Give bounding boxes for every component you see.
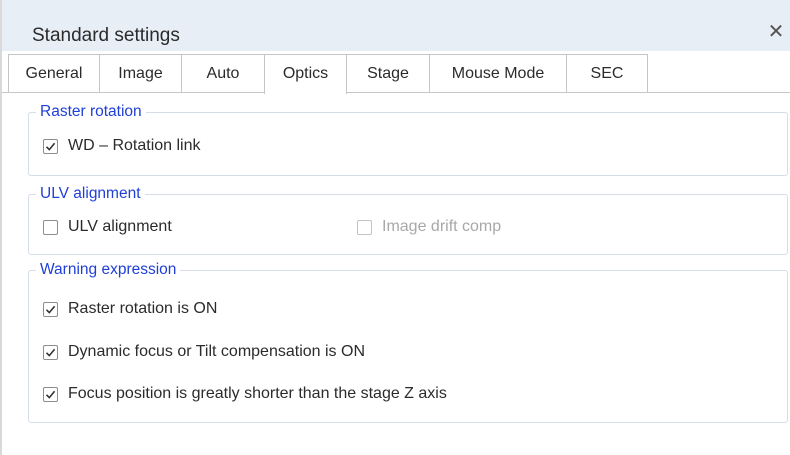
title-bar: Standard settings ✕ xyxy=(2,0,790,51)
tab-sec[interactable]: SEC xyxy=(566,54,648,92)
checkbox-label: Focus position is greatly shorter than t… xyxy=(68,385,447,402)
group-title-ulv-alignment: ULV alignment xyxy=(40,185,141,202)
tab-label: Mouse Mode xyxy=(451,65,545,82)
tab-optics[interactable]: Optics xyxy=(264,54,347,94)
tab-label: Stage xyxy=(367,65,409,82)
checkbox-label: Image drift comp xyxy=(382,218,502,235)
tab-label: General xyxy=(25,65,83,82)
checkbox-label: WD – Rotation link xyxy=(68,137,201,154)
checkbox-box[interactable] xyxy=(43,138,58,154)
checkbox-box[interactable] xyxy=(43,301,58,317)
group-title-raster-rotation: Raster rotation xyxy=(40,103,142,120)
checkmark-icon xyxy=(45,142,56,151)
tab-image[interactable]: Image xyxy=(99,54,182,92)
checkmark-icon xyxy=(45,305,56,314)
dialog-title: Standard settings xyxy=(32,25,180,46)
tab-mouse-mode[interactable]: Mouse Mode xyxy=(429,54,567,92)
group-title-warning-expression: Warning expression xyxy=(40,261,177,278)
ulv-alignment-checkbox[interactable]: ULV alignment xyxy=(43,218,172,236)
checkbox-box[interactable] xyxy=(357,219,372,235)
standard-settings-dialog: Standard settings ✕ General Image Auto O… xyxy=(0,0,790,455)
close-icon: ✕ xyxy=(767,21,785,43)
checkbox-box[interactable] xyxy=(43,344,58,360)
wd-rotation-link-checkbox[interactable]: WD – Rotation link xyxy=(43,137,201,155)
image-drift-comp-checkbox[interactable]: Image drift comp xyxy=(357,218,501,236)
tab-label: Optics xyxy=(282,65,329,82)
checkbox-label: ULV alignment xyxy=(68,218,172,235)
raster-rotation-on-checkbox[interactable]: Raster rotation is ON xyxy=(43,300,217,318)
checkbox-box[interactable] xyxy=(43,219,58,235)
optics-panel: Raster rotation WD – Rotation link ULV a… xyxy=(2,93,790,433)
tab-label: SEC xyxy=(590,65,624,82)
checkbox-label: Dynamic focus or Tilt compensation is ON xyxy=(68,343,365,360)
tab-general[interactable]: General xyxy=(8,54,100,92)
close-button[interactable]: ✕ xyxy=(766,20,786,44)
tab-stage[interactable]: Stage xyxy=(346,54,430,92)
tab-label: Auto xyxy=(206,65,240,82)
tab-label: Image xyxy=(118,65,163,82)
dynamic-focus-tilt-checkbox[interactable]: Dynamic focus or Tilt compensation is ON xyxy=(43,343,365,361)
checkmark-icon xyxy=(45,348,56,357)
tab-auto[interactable]: Auto xyxy=(181,54,265,92)
focus-position-checkbox[interactable]: Focus position is greatly shorter than t… xyxy=(43,385,447,403)
checkmark-icon xyxy=(45,390,56,399)
tab-strip: General Image Auto Optics Stage Mouse Mo… xyxy=(2,52,790,94)
checkbox-label: Raster rotation is ON xyxy=(68,300,218,317)
checkbox-box[interactable] xyxy=(43,386,58,402)
